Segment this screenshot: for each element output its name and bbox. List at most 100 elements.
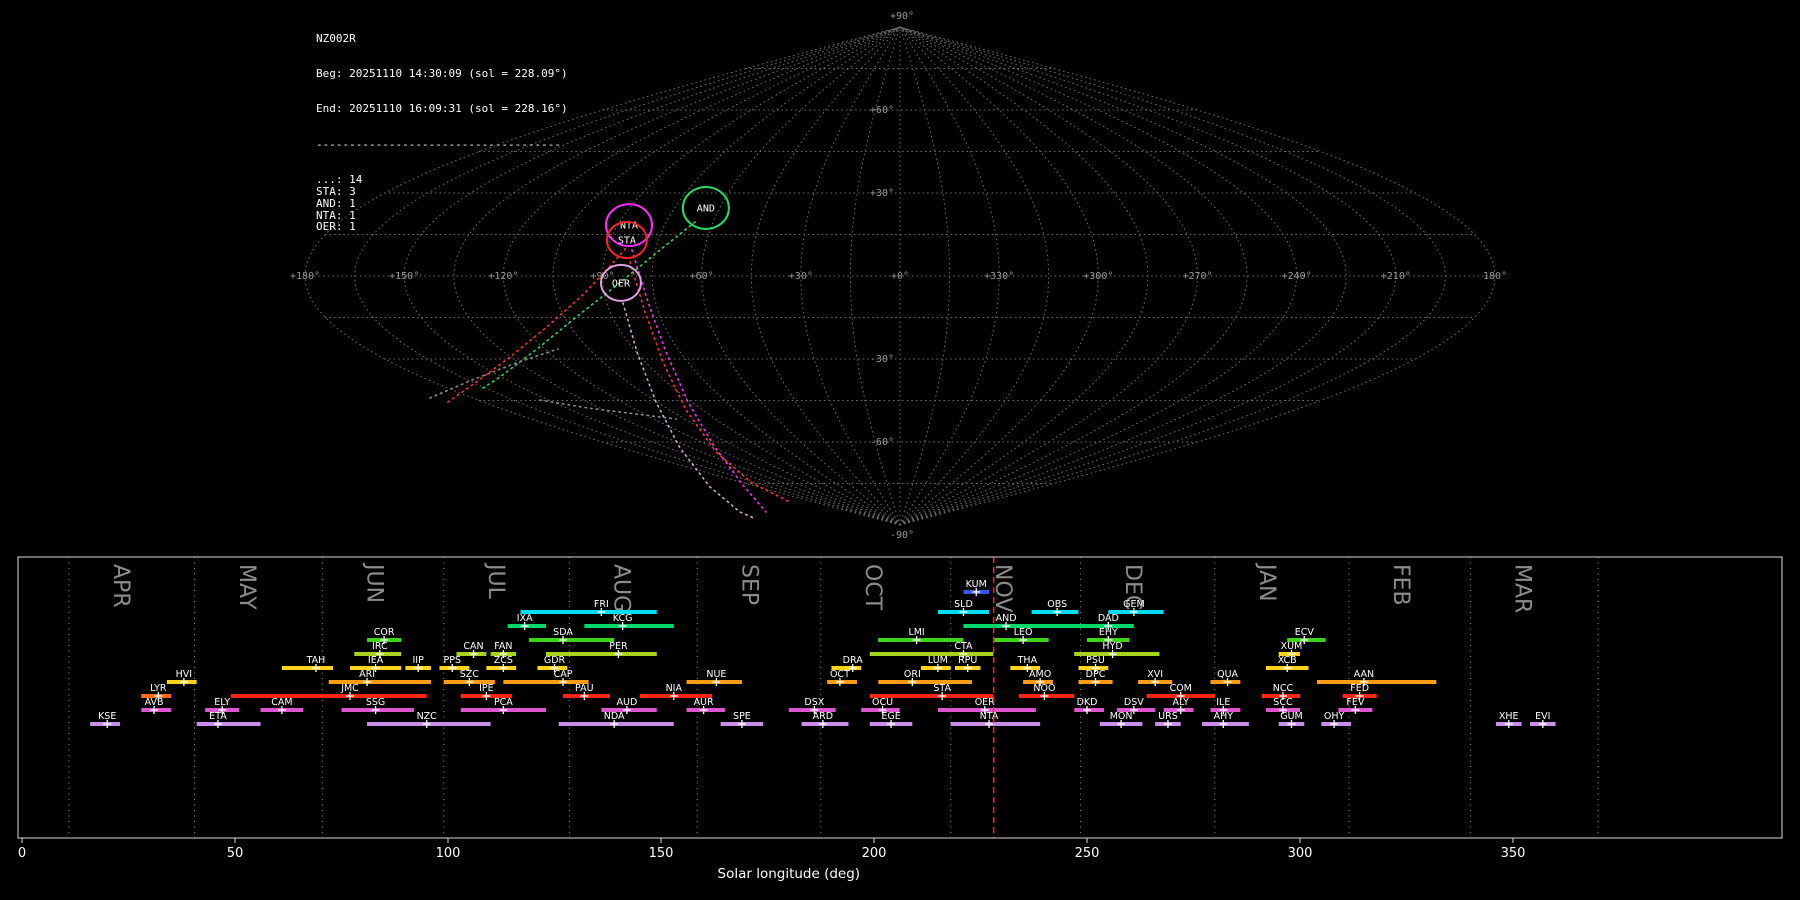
trail-sporadic-trail-1 xyxy=(429,348,559,399)
shower-code-label: CAN xyxy=(463,641,483,652)
lon-label: +270° xyxy=(1182,271,1212,282)
shower-iip: IIP xyxy=(405,655,431,672)
shower-jmc: JMC xyxy=(230,683,427,700)
radiant-label: OER xyxy=(612,278,631,289)
shower-code-label: ARI xyxy=(359,669,375,680)
shower-code-label: CAM xyxy=(271,697,292,708)
x-tick-label: 250 xyxy=(1075,846,1100,861)
shower-code-label: ORI xyxy=(904,669,921,680)
month-label: FEB xyxy=(1388,564,1413,606)
shower-code-label: RPU xyxy=(958,655,977,666)
shower-code-label: COR xyxy=(374,627,395,638)
shower-gum: GUM xyxy=(1278,711,1305,728)
shower-code-label: HYD xyxy=(1102,641,1122,652)
shower-pca: PCA xyxy=(460,697,546,714)
shower-lum: LUM xyxy=(920,655,951,672)
month-labels: APR MAY JUN JUL AUG SEP OCT NOV DEC JAN FEB MAR xyxy=(108,562,1535,613)
observation-info-panel: NZ002R Beg: 20251110 14:30:09 (sol = 228… xyxy=(316,9,568,257)
shower-code-label: COM xyxy=(1170,683,1192,694)
trail-sta-descend xyxy=(629,261,789,502)
shower-code-label: AUR xyxy=(694,697,714,708)
month-label: JUL xyxy=(483,562,508,600)
lat-label: +30° xyxy=(870,188,894,199)
shower-code-label: DKD xyxy=(1077,697,1098,708)
radiant-and: AND xyxy=(681,185,730,230)
lon-label: +150° xyxy=(389,271,419,282)
lon-label: +180° xyxy=(290,271,320,282)
shower-timeline-chart: APR MAY JUN JUL AUG SEP OCT NOV DEC JAN FEB MARKUM F… xyxy=(17,556,1783,882)
shower-ege: EGE xyxy=(869,711,913,728)
shower-noo: NOO xyxy=(1018,683,1075,700)
lon-label: 180° xyxy=(1483,271,1507,282)
count-and: AND: 1 xyxy=(316,196,356,210)
trail-oer-descend xyxy=(622,302,757,520)
shower-code-label: IEA xyxy=(368,655,384,666)
x-tick-label: 50 xyxy=(227,846,244,861)
shower-code-label: DSV xyxy=(1124,697,1144,708)
shower-ssg: SSG xyxy=(341,697,414,714)
shower-nda: NDA xyxy=(558,711,674,728)
shower-code-label: EGE xyxy=(881,711,900,722)
shower-code-label: XHE xyxy=(1499,711,1519,722)
shower-xvi: XVI xyxy=(1138,669,1173,686)
shower-fri: FRI xyxy=(520,599,657,616)
shower-code-label: DSX xyxy=(804,697,824,708)
shower-code-label: OHY xyxy=(1324,711,1345,722)
lat-label: +90° xyxy=(890,11,914,22)
shower-code-label: GUM xyxy=(1280,711,1303,722)
shower-code-label: LYR xyxy=(150,683,167,694)
shower-code-label: FED xyxy=(1350,683,1369,694)
x-axis-label: Solar longitude (deg) xyxy=(718,866,861,882)
shower-code-label: SDA xyxy=(553,627,573,638)
station-id: NZ002R xyxy=(316,31,356,45)
shower-code-label: EHY xyxy=(1099,627,1118,638)
shower-code-label: AMO xyxy=(1029,669,1051,680)
shower-code-label: LMI xyxy=(908,627,924,638)
lon-label: +240° xyxy=(1282,271,1312,282)
shower-code-label: URS xyxy=(1158,711,1178,722)
shower-code-label: ALY xyxy=(1173,697,1190,708)
shower-code-label: LUM xyxy=(928,655,948,666)
shower-code-label: DAD xyxy=(1098,613,1119,624)
lon-label: +300° xyxy=(1083,271,1113,282)
shower-code-label: TAH xyxy=(306,655,326,666)
radio-meteor-observation-screen: NZ002R Beg: 20251110 14:30:09 (sol = 228… xyxy=(0,0,1800,900)
shower-code-label: ELY xyxy=(214,697,230,708)
shower-mon: MON xyxy=(1099,711,1143,728)
shower-code-label: DRA xyxy=(843,655,864,666)
lat-label: -90° xyxy=(890,530,914,541)
shower-code-label: XCB xyxy=(1278,655,1297,666)
shower-pau: PAU xyxy=(563,683,610,700)
shower-code-label: GDR xyxy=(544,655,566,666)
shower-code-label: SZC xyxy=(460,669,480,680)
shower-code-label: FAN xyxy=(494,641,512,652)
shower-cam: CAM xyxy=(260,697,304,714)
shower-kcg: KCG xyxy=(584,613,674,630)
shower-lmi: LMI xyxy=(878,627,964,644)
shower-code-label: PSU xyxy=(1086,655,1105,666)
shower-code-label: LEO xyxy=(1014,627,1033,638)
count-sta: STA: 3 xyxy=(316,184,356,198)
shower-code-label: GEM xyxy=(1123,599,1145,610)
shower-iea: IEA xyxy=(350,655,402,672)
shower-nzc: NZC xyxy=(367,711,491,728)
shower-code-label: PER xyxy=(609,641,628,652)
shower-qua: QUA xyxy=(1210,669,1241,686)
shower-code-label: CAP xyxy=(554,669,573,680)
x-tick-label: 350 xyxy=(1501,846,1526,861)
lon-label: +120° xyxy=(488,271,518,282)
shower-code-label: KSE xyxy=(98,711,116,722)
shower-xcb: XCB xyxy=(1265,655,1309,672)
shower-code-label: AHY xyxy=(1214,711,1234,722)
shower-spe: SPE xyxy=(720,711,764,728)
shower-obs: OBS xyxy=(1031,599,1079,616)
shower-xhe: XHE xyxy=(1495,711,1522,728)
shower-code-label: SCC xyxy=(1273,697,1293,708)
shower-kum: KUM xyxy=(963,579,990,596)
shower-tah: TAH xyxy=(281,655,333,672)
shower-code-label: NUE xyxy=(706,669,726,680)
shower-code-label: PCA xyxy=(494,697,513,708)
shower-code-label: AND xyxy=(996,613,1017,624)
shower-code-label: IPE xyxy=(479,683,494,694)
sky-map: +180° +150° +120° +90° +60° +30° +0° +330° +300°… xyxy=(290,11,1507,541)
